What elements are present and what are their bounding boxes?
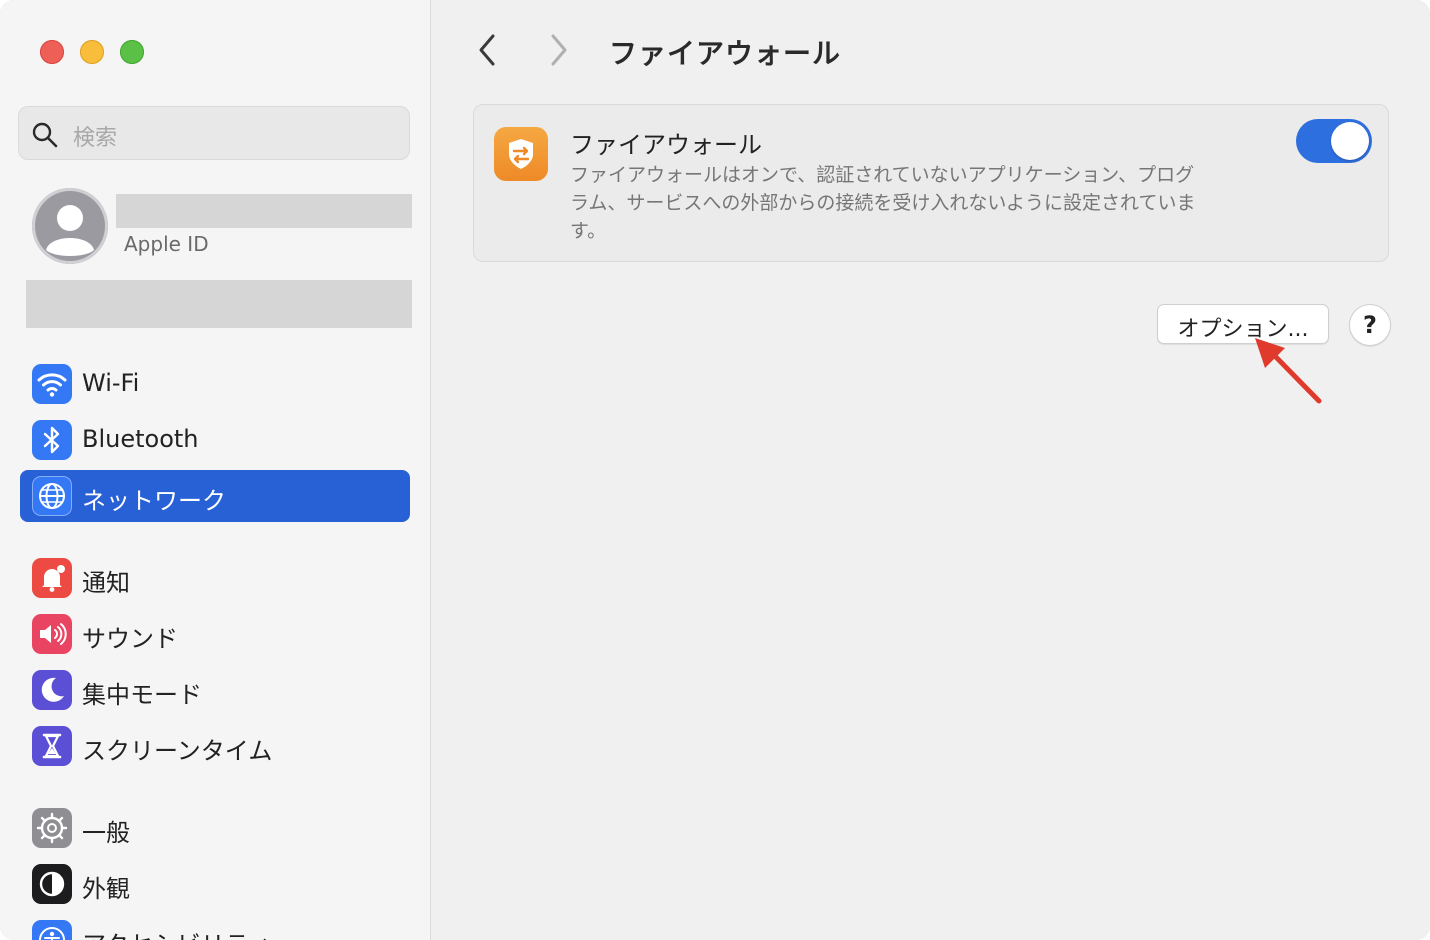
- chevron-left-icon[interactable]: [475, 32, 501, 68]
- appearance-icon: [32, 864, 72, 904]
- firewall-toggle[interactable]: [1296, 119, 1372, 163]
- bluetooth-icon: [32, 420, 72, 460]
- close-window-button[interactable]: [40, 40, 64, 64]
- sidebar-item-appearance[interactable]: 外観: [20, 858, 410, 910]
- speaker-icon: [32, 614, 72, 654]
- sidebar-item-label: Wi-Fi: [82, 369, 140, 397]
- sidebar-item-label: 集中モード: [82, 681, 202, 709]
- sidebar-item-wifi[interactable]: Wi-Fi: [20, 358, 410, 410]
- sidebar-item-label: Bluetooth: [82, 425, 199, 453]
- toggle-knob: [1331, 122, 1369, 160]
- search-icon: [32, 122, 58, 148]
- chevron-right-icon[interactable]: [545, 32, 571, 68]
- sidebar-item-label: 一般: [82, 819, 130, 847]
- firewall-description: ファイアウォールはオンで、認証されていないアプリケーション、プログラム、サービス…: [570, 164, 1196, 242]
- sidebar-item-label: ネットワーク: [82, 487, 226, 515]
- sidebar-item-screen-time[interactable]: スクリーンタイム: [20, 720, 410, 772]
- moon-icon: [32, 670, 72, 710]
- sidebar-item-network[interactable]: ネットワーク: [20, 470, 410, 522]
- sidebar-item-label: アクセシビリティ: [82, 925, 271, 940]
- minimize-window-button[interactable]: [80, 40, 104, 64]
- redacted-row: [26, 280, 412, 328]
- maximize-window-button[interactable]: [120, 40, 144, 64]
- sidebar-item-label: 通知: [82, 569, 130, 597]
- hourglass-icon: [32, 726, 72, 766]
- help-button-label: ?: [1363, 311, 1377, 339]
- sidebar-item-label: サウンド: [82, 625, 178, 653]
- sidebar-item-general[interactable]: 一般: [20, 802, 410, 854]
- firewall-shield-icon: [494, 127, 548, 181]
- main-pane: ファイアウォール ファイアウォール ファイアウォールはオンで、認証されていないア…: [431, 0, 1430, 940]
- sidebar-item-notifications[interactable]: 通知: [20, 552, 410, 604]
- account-name-redacted: [116, 194, 412, 228]
- search-placeholder: 検索: [73, 126, 118, 151]
- sidebar-item-accessibility[interactable]: アクセシビリティ: [20, 914, 410, 940]
- gear-icon: [32, 808, 72, 848]
- search-input[interactable]: 検索: [18, 106, 410, 160]
- globe-icon: [32, 476, 72, 516]
- page-title: ファイアウォール: [609, 37, 842, 70]
- person-avatar-icon[interactable]: [32, 188, 108, 264]
- red-arrow-annotation: [1255, 338, 1322, 404]
- settings-window: 検索 Apple ID Wi-Fi Bluetooth ネットワーク 通知 サウ…: [0, 0, 1430, 940]
- accessibility-icon: [32, 920, 72, 940]
- sidebar-item-sound[interactable]: サウンド: [20, 608, 410, 660]
- sidebar-item-focus[interactable]: 集中モード: [20, 664, 410, 716]
- wifi-icon: [32, 364, 72, 404]
- sidebar-item-label: スクリーンタイム: [82, 737, 273, 765]
- sidebar-item-label: 外観: [82, 875, 130, 903]
- firewall-panel: ファイアウォール ファイアウォールはオンで、認証されていないアプリケーション、プ…: [473, 104, 1389, 262]
- help-button[interactable]: ?: [1349, 304, 1391, 346]
- sidebar-item-bluetooth[interactable]: Bluetooth: [20, 414, 410, 466]
- sidebar: 検索 Apple ID Wi-Fi Bluetooth ネットワーク 通知 サウ…: [0, 0, 431, 940]
- bell-icon: [32, 558, 72, 598]
- firewall-title: ファイアウォール: [570, 131, 762, 159]
- account-subtitle[interactable]: Apple ID: [124, 232, 209, 256]
